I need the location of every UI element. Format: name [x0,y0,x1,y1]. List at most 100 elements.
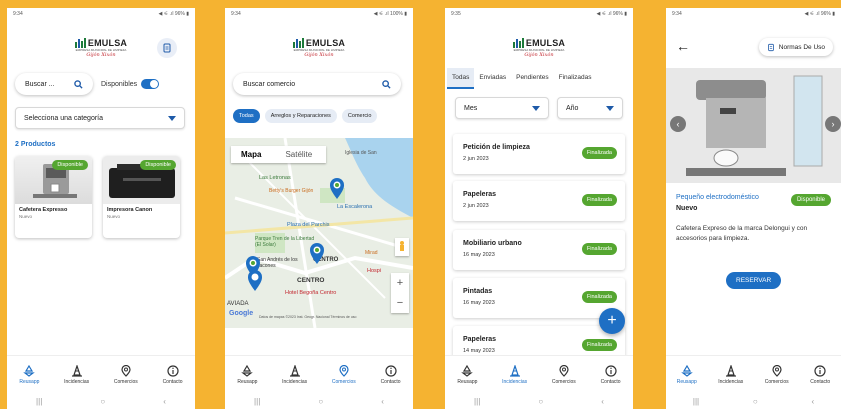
product-image: Disponible [103,156,180,204]
home-icon[interactable]: ○ [538,397,543,406]
nav-contacto[interactable]: Contacto [810,364,830,385]
back-icon[interactable]: ‹ [811,397,814,406]
emulsa-logo: EMULSA EMPRESA MUNICIPAL DE LIMPIEZA Gij… [225,38,413,58]
reserve-button[interactable]: RESERVAR [726,272,782,289]
status-badge: Finalizada [581,339,617,351]
available-toggle[interactable] [141,79,160,89]
recents-icon[interactable]: ||| [36,397,42,406]
pegman-icon [400,241,404,251]
nav-incidencias[interactable]: Incidencias [64,364,89,385]
request-card[interactable]: Petición de limpieza 2 jun 2023 Finaliza… [453,134,625,174]
nav-incidencias[interactable]: Incidencias [718,364,743,385]
map-type-toggle: Mapa Satélite [231,146,327,163]
back-icon[interactable]: ‹ [163,397,166,406]
commerce-map[interactable]: Mapa Satélite Iglesia de San Las Letrona… [225,138,413,328]
search-placeholder: Buscar ... [25,80,55,88]
chevron-down-icon [532,105,540,111]
map-attribution: Datos de mapas ©2023 Inst. Geogr. Nacion… [259,315,357,319]
category-select[interactable]: Selecciona una categoría [15,107,185,129]
nav-comercios[interactable]: Comercios [765,364,789,385]
status-badge: Finalizada [581,243,617,255]
chip-all[interactable]: Todas [233,109,260,123]
info-icon [604,364,617,377]
nav-label: Incidencias [282,378,308,385]
product-card[interactable]: Disponible Cafetera Expresso Nuevo [15,156,92,238]
tab-all[interactable]: Todas [447,68,475,89]
chip-repairs[interactable]: Arreglos y Reparaciones [264,109,337,123]
tab-sent[interactable]: Enviadas [474,68,511,89]
tab-map[interactable]: Mapa [231,146,271,163]
status-badge: Finalizada [581,147,617,159]
carousel-prev-icon[interactable]: ‹ [670,116,686,132]
cone-icon [71,364,82,377]
nav-comercios[interactable]: Comercios [114,364,138,385]
recents-icon[interactable]: ||| [693,397,699,406]
nav-contacto[interactable]: Contacto [381,364,401,385]
recents-icon[interactable]: ||| [474,397,480,406]
back-arrow-icon[interactable]: ← [676,38,690,54]
nav-comercios[interactable]: Comercios [552,364,576,385]
carousel-next-icon[interactable]: › [825,116,841,132]
product-image-carousel[interactable]: ‹ › [666,68,841,183]
search-placeholder: Buscar comercio [243,80,296,88]
home-icon[interactable]: ○ [100,397,105,406]
map-pin-icon[interactable] [329,178,345,200]
nav-label: Reusapp [237,378,258,385]
map-label: Plaza del Parchis [287,222,330,228]
nav-reusapp[interactable]: Reusapp [677,364,697,385]
map-pin-icon[interactable] [309,243,325,265]
tab-pending[interactable]: Pendientes [511,68,554,89]
request-card[interactable]: Papeleras 2 jun 2023 Finalizada [453,181,625,221]
status-time: 9:35 [451,11,461,17]
document-icon [767,43,774,51]
nav-label: Reusapp [457,378,478,385]
chip-commerce[interactable]: Comercio [341,109,378,123]
product-card[interactable]: Disponible Impresora Canon Nuevo [103,156,180,238]
tab-satellite[interactable]: Satélite [271,146,326,163]
request-title: Papeleras [463,191,497,198]
logo-script: Gijón Xixón [524,52,554,58]
map-pin-icon[interactable] [247,270,263,292]
nav-label: Reusapp [19,378,40,385]
nav-incidencias[interactable]: Incidencias [502,364,527,385]
bottom-navigation: Reusapp Incidencias Comercios Contacto [666,355,841,393]
nav-incidencias[interactable]: Incidencias [282,364,308,385]
status-icons: ◀ ⚟ .ıl 100% ▮ [373,11,407,17]
request-card[interactable]: Pintadas 16 may 2023 Finalizada [453,278,625,318]
search-input[interactable]: Buscar comercio [233,73,401,95]
zoom-out-icon[interactable]: − [397,297,403,309]
street-view-button[interactable] [395,238,409,256]
search-icon [74,79,83,89]
tab-finished[interactable]: Finalizadas [554,68,597,89]
status-bar: 9:34 ◀ ⚟ .ıl 96% ▮ [666,8,841,20]
back-icon[interactable]: ‹ [601,397,604,406]
nav-reusapp[interactable]: Reusapp [19,364,40,385]
chevron-down-icon [168,115,176,121]
zoom-in-icon[interactable]: + [397,277,403,289]
recycle-icon [241,364,254,377]
map-label: Las Letronas [259,175,291,181]
map-label: CENTRO [297,277,325,284]
month-select[interactable]: Mes [455,97,549,119]
add-request-button[interactable]: + [599,308,625,334]
nav-comercios[interactable]: Comercios [332,364,356,385]
nav-reusapp[interactable]: Reusapp [237,364,258,385]
bottom-navigation: Reusapp Incidencias Comercios Contacto [445,355,633,393]
nav-contacto[interactable]: Contacto [601,364,621,385]
product-condition: Nuevo [676,205,698,212]
year-select[interactable]: Año [557,97,623,119]
request-card[interactable]: Mobiliario urbano 16 may 2023 Finalizada [453,230,625,270]
rules-button[interactable]: Normas De Uso [758,38,833,56]
nav-label: Contacto [162,378,183,385]
status-time: 9:34 [231,11,241,17]
map-label: Betty's Burger Gijón [269,188,314,194]
nav-reusapp[interactable]: Reusapp [457,364,478,385]
document-button[interactable] [157,38,177,58]
recents-icon[interactable]: ||| [254,397,260,406]
home-icon[interactable]: ○ [753,397,758,406]
nav-contacto[interactable]: Contacto [162,364,183,385]
back-icon[interactable]: ‹ [381,397,384,406]
status-time: 9:34 [13,11,23,17]
search-input[interactable]: Buscar ... [15,73,93,95]
home-icon[interactable]: ○ [318,397,323,406]
